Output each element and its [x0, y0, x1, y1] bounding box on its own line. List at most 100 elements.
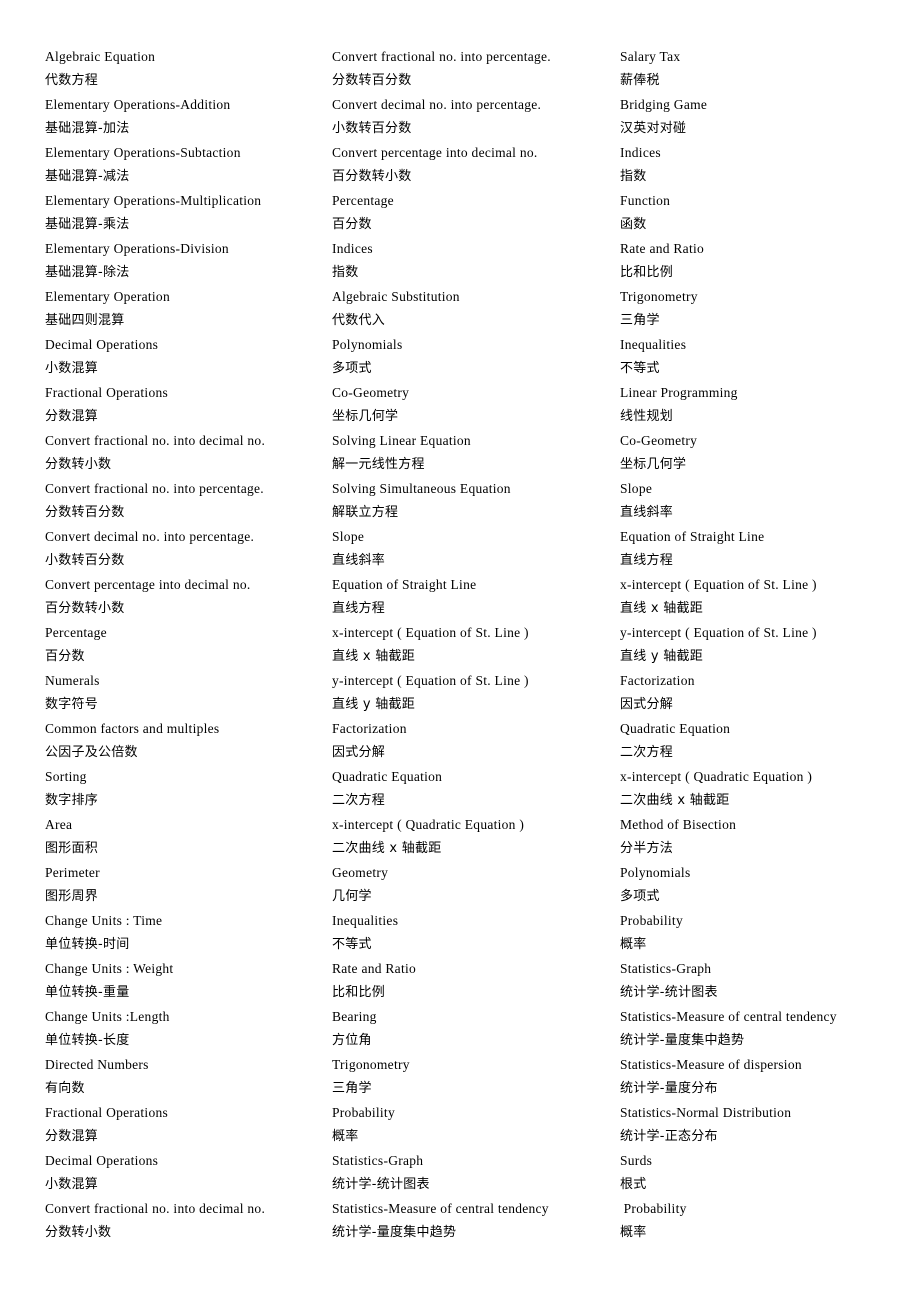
glossary-term-chinese: 单位转换-时间: [45, 937, 130, 952]
glossary-term-chinese: 百分数: [332, 217, 372, 232]
glossary-entry: Indices 指数: [620, 141, 905, 189]
glossary-term-chinese: 薪俸税: [620, 73, 660, 88]
glossary-term-chinese: 代数方程: [45, 73, 99, 88]
glossary-term-english: Quadratic Equation: [332, 769, 443, 784]
glossary-term-english: y-intercept ( Equation of St. Line ): [620, 625, 817, 640]
glossary-entry: Decimal Operations 小数混算: [45, 1149, 332, 1197]
glossary-term-chinese: 直线 x 轴截距: [332, 649, 416, 664]
glossary-entry: Inequalities 不等式: [332, 909, 620, 957]
glossary-term-chinese: 公因子及公倍数: [45, 745, 138, 760]
glossary-entry: Convert percentage into decimal no. 百分数转小…: [45, 573, 332, 621]
glossary-term-chinese: 分数转百分数: [332, 73, 412, 88]
glossary-term-chinese: 分半方法: [620, 841, 674, 856]
glossary-column-1: Algebraic Equation 代数方程 Elementary Operati…: [45, 45, 332, 1245]
glossary-entry: Elementary Operations-Subtaction 基础混算-减法: [45, 141, 332, 189]
glossary-term-english: Change Units :Length: [45, 1009, 170, 1024]
glossary-entry: Salary Tax 薪俸税: [620, 45, 905, 93]
glossary-entry: y-intercept ( Equation of St. Line ) 直线 y…: [332, 669, 620, 717]
glossary-entry: Fractional Operations 分数混算: [45, 381, 332, 429]
glossary-term-english: Convert percentage into decimal no.: [45, 577, 251, 592]
glossary-entry: Numerals 数字符号: [45, 669, 332, 717]
glossary-term-chinese: 分数混算: [45, 409, 99, 424]
glossary-term-english: Trigonometry: [332, 1057, 410, 1072]
glossary-entry: Percentage 百分数: [45, 621, 332, 669]
glossary-entry: Slope 直线斜率: [620, 477, 905, 525]
glossary-term-chinese: 小数转百分数: [332, 121, 412, 136]
glossary-entry: Solving Linear Equation 解一元线性方程: [332, 429, 620, 477]
glossary-term-english: Probability: [620, 913, 683, 928]
glossary-term-chinese: 基础混算-除法: [45, 265, 130, 280]
glossary-term-chinese: 单位转换-长度: [45, 1033, 130, 1048]
glossary-term-english: Area: [45, 817, 73, 832]
glossary-entry: Polynomials 多项式: [332, 333, 620, 381]
glossary-entry: Statistics-Measure of central tendency 统计…: [620, 1005, 905, 1053]
glossary-term-chinese: 因式分解: [620, 697, 674, 712]
glossary-term-english: Statistics-Measure of central tendency: [332, 1201, 549, 1216]
glossary-term-chinese: 统计学-量度集中趋势: [620, 1033, 745, 1048]
glossary-term-english: Trigonometry: [620, 289, 698, 304]
glossary-entry: Convert fractional no. into percentage. 分…: [332, 45, 620, 93]
glossary-term-chinese: 概率: [620, 937, 647, 952]
glossary-term-english: Convert fractional no. into decimal no.: [45, 433, 266, 448]
glossary-term-chinese: 二次曲线 x 轴截距: [620, 793, 730, 808]
glossary-term-english: Algebraic Substitution: [332, 289, 460, 304]
glossary-term-english: Elementary Operation: [45, 289, 170, 304]
glossary-term-chinese: 百分数转小数: [45, 601, 125, 616]
glossary-term-english: Percentage: [332, 193, 394, 208]
glossary-columns: Algebraic Equation 代数方程 Elementary Operati…: [45, 45, 905, 1245]
glossary-term-english: Elementary Operations-Addition: [45, 97, 231, 112]
glossary-term-chinese: 概率: [620, 1225, 647, 1240]
glossary-term-english: y-intercept ( Equation of St. Line ): [332, 673, 529, 688]
glossary-entry: Trigonometry 三角学: [332, 1053, 620, 1101]
glossary-term-english: Statistics-Measure of central tendency: [620, 1009, 837, 1024]
glossary-term-english: Factorization: [620, 673, 695, 688]
glossary-term-english: Solving Linear Equation: [332, 433, 471, 448]
glossary-entry: Algebraic Substitution 代数代入: [332, 285, 620, 333]
glossary-term-chinese: 小数混算: [45, 1177, 99, 1192]
glossary-term-english: Probability: [620, 1201, 687, 1216]
glossary-term-english: Numerals: [45, 673, 100, 688]
glossary-term-english: Statistics-Measure of dispersion: [620, 1057, 802, 1072]
glossary-entry: Function 函数: [620, 189, 905, 237]
glossary-term-english: Change Units : Weight: [45, 961, 174, 976]
glossary-term-english: Convert decimal no. into percentage.: [332, 97, 542, 112]
glossary-term-chinese: 二次方程: [620, 745, 674, 760]
glossary-entry: Statistics-Normal Distribution 统计学-正态分布: [620, 1101, 905, 1149]
glossary-term-chinese: 分数混算: [45, 1129, 99, 1144]
glossary-entry: Decimal Operations 小数混算: [45, 333, 332, 381]
glossary-entry: Percentage 百分数: [332, 189, 620, 237]
glossary-entry: Slope 直线斜率: [332, 525, 620, 573]
glossary-term-english: Surds: [620, 1153, 653, 1168]
glossary-entry: x-intercept ( Equation of St. Line ) 直线 x…: [620, 573, 905, 621]
glossary-entry: Inequalities 不等式: [620, 333, 905, 381]
glossary-term-english: Convert decimal no. into percentage.: [45, 529, 255, 544]
glossary-term-chinese: 三角学: [332, 1081, 372, 1096]
glossary-term-english: Equation of Straight Line: [620, 529, 765, 544]
glossary-term-english: Equation of Straight Line: [332, 577, 477, 592]
glossary-term-chinese: 二次曲线 x 轴截距: [332, 841, 442, 856]
glossary-term-chinese: 代数代入: [332, 313, 386, 328]
glossary-entry: Solving Simultaneous Equation 解联立方程: [332, 477, 620, 525]
glossary-entry: Elementary Operations-Addition 基础混算-加法: [45, 93, 332, 141]
glossary-entry: Statistics-Graph 统计学-统计图表: [332, 1149, 620, 1197]
glossary-term-english: Decimal Operations: [45, 1153, 159, 1168]
glossary-term-chinese: 分数转小数: [45, 457, 112, 472]
glossary-term-english: Geometry: [332, 865, 389, 880]
glossary-term-chinese: 线性规划: [620, 409, 674, 424]
glossary-entry: Convert fractional no. into percentage. 分…: [45, 477, 332, 525]
glossary-entry: Rate and Ratio 比和比例: [620, 237, 905, 285]
glossary-term-english: x-intercept ( Equation of St. Line ): [332, 625, 529, 640]
glossary-term-chinese: 统计学-量度分布: [620, 1081, 718, 1096]
glossary-term-english: Co-Geometry: [332, 385, 410, 400]
glossary-term-chinese: 解一元线性方程: [332, 457, 425, 472]
glossary-term-english: Linear Programming: [620, 385, 738, 400]
glossary-term-english: Polynomials: [332, 337, 403, 352]
glossary-term-chinese: 坐标几何学: [620, 457, 687, 472]
glossary-term-chinese: 解联立方程: [332, 505, 399, 520]
glossary-term-english: Indices: [332, 241, 373, 256]
glossary-term-chinese: 指数: [332, 265, 359, 280]
glossary-term-english: Statistics-Graph: [332, 1153, 424, 1168]
glossary-term-english: Algebraic Equation: [45, 49, 156, 64]
glossary-term-english: Perimeter: [45, 865, 100, 880]
glossary-term-english: x-intercept ( Quadratic Equation ): [620, 769, 813, 784]
